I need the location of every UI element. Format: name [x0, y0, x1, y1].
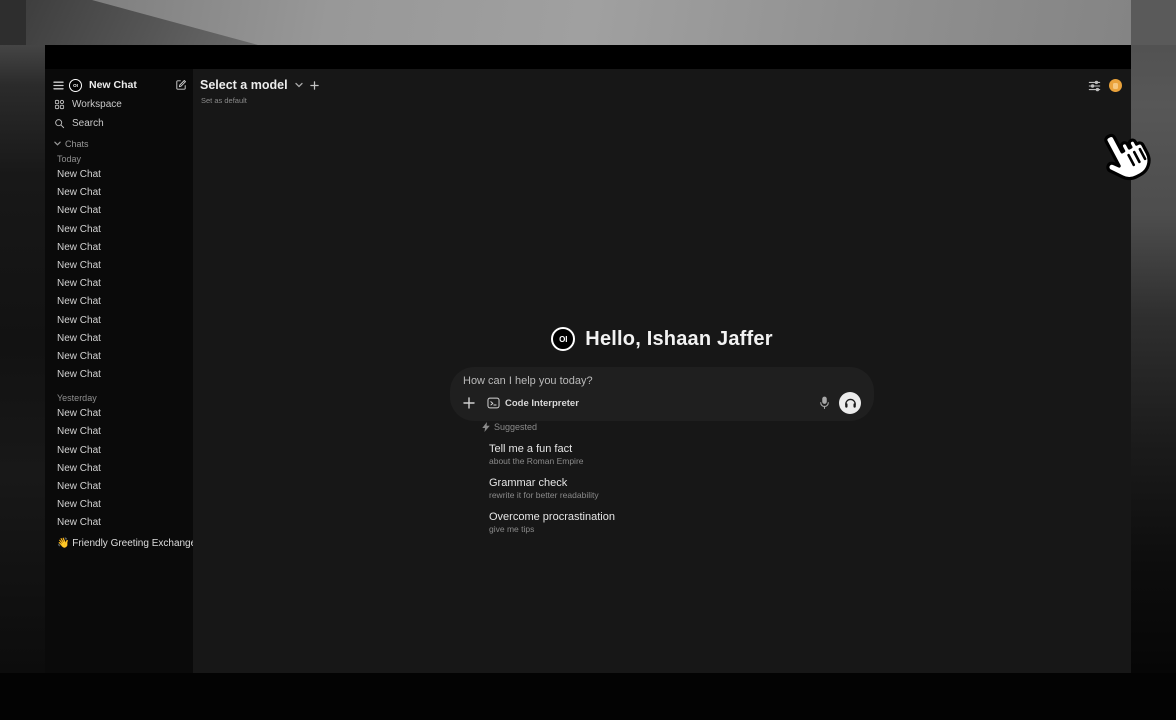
user-avatar[interactable]	[1109, 79, 1122, 92]
chat-list-item[interactable]: New Chat	[45, 293, 193, 311]
suggested-section: Suggested Tell me a fun fact about the R…	[482, 421, 802, 535]
sidebar: OI New Chat Workspace Search	[45, 69, 193, 673]
voice-call-button[interactable]	[839, 392, 861, 414]
chat-list-item[interactable]: New Chat	[45, 239, 193, 257]
wallpaper-left-strip	[0, 45, 45, 673]
group-label-today: Today	[57, 153, 193, 166]
chats-label: Chats	[65, 139, 89, 149]
chat-list-item[interactable]: New Chat	[45, 348, 193, 366]
workspace-label: Workspace	[72, 99, 122, 110]
suggested-prompt[interactable]: Grammar check rewrite it for better read…	[482, 476, 802, 501]
message-composer[interactable]: Code Interpreter	[450, 367, 874, 421]
workspace-grid-icon	[54, 99, 65, 110]
suggested-label: Suggested	[494, 422, 537, 432]
set-as-default-link[interactable]: Set as default	[201, 96, 247, 105]
app-window: OI New Chat Workspace Search	[45, 45, 1131, 673]
chat-list-item[interactable]: New Chat	[45, 312, 193, 330]
window-top-strip	[45, 45, 1131, 69]
sidebar-item-workspace[interactable]: Workspace	[45, 95, 193, 114]
chats-section-toggle[interactable]: Chats	[54, 137, 193, 150]
prompt-title: Grammar check	[489, 476, 802, 490]
prompt-subtitle: rewrite it for better readability	[489, 490, 802, 501]
chevron-down-icon[interactable]	[295, 82, 303, 88]
add-model-icon[interactable]	[310, 81, 319, 90]
greeting-hero: OI Hello, Ishaan Jaffer	[193, 327, 1131, 351]
new-chat-icon[interactable]	[175, 79, 187, 91]
chat-list-item[interactable]: New Chat	[45, 496, 193, 514]
message-input[interactable]	[463, 375, 861, 387]
app-logo-text: OI	[73, 83, 78, 88]
topbar-right-controls	[1088, 79, 1122, 92]
sidebar-item-search[interactable]: Search	[45, 114, 193, 133]
sidebar-title: New Chat	[89, 79, 170, 91]
chat-list-item[interactable]: New Chat	[45, 257, 193, 275]
prompt-subtitle: give me tips	[489, 524, 802, 535]
prompt-subtitle: about the Roman Empire	[489, 456, 802, 467]
wallpaper-top-right	[1131, 0, 1176, 45]
sidebar-nav: Workspace Search	[45, 95, 193, 133]
app-logo-large: OI	[551, 327, 575, 351]
chat-list-item[interactable]: New Chat	[45, 166, 193, 184]
attach-plus-icon[interactable]	[463, 397, 475, 409]
desktop-background: OI New Chat Workspace Search	[0, 0, 1176, 720]
chat-list-item[interactable]: New Chat	[45, 275, 193, 293]
model-selector-label[interactable]: Select a model	[200, 78, 288, 92]
chat-list-item[interactable]: New Chat	[45, 366, 193, 384]
chat-list-item[interactable]: New Chat	[45, 514, 193, 532]
chat-list-named: 👋 Friendly Greeting Exchange	[45, 535, 193, 553]
prompt-title: Tell me a fun fact	[489, 442, 802, 456]
wallpaper-bottom-strip	[0, 673, 1176, 720]
chevron-down-icon	[54, 141, 61, 146]
chat-list-today: New ChatNew ChatNew ChatNew ChatNew Chat…	[45, 166, 193, 384]
group-label-yesterday: Yesterday	[57, 392, 193, 405]
chat-list-item[interactable]: New Chat	[45, 478, 193, 496]
code-interpreter-label: Code Interpreter	[505, 398, 579, 409]
wallpaper-corner-shape	[0, 0, 26, 45]
suggested-prompt[interactable]: Overcome procrastination give me tips	[482, 510, 802, 535]
chat-list-item[interactable]: New Chat	[45, 330, 193, 348]
prompt-title: Overcome procrastination	[489, 510, 802, 524]
microphone-icon[interactable]	[819, 396, 830, 410]
chat-list-item[interactable]: New Chat	[45, 423, 193, 441]
model-selector[interactable]: Select a model	[200, 78, 319, 92]
chat-list-item-named[interactable]: 👋 Friendly Greeting Exchange	[45, 535, 193, 553]
main-area: Select a model Set as default OI Hello, …	[193, 69, 1131, 673]
chat-list-item[interactable]: New Chat	[45, 405, 193, 423]
settings-sliders-icon[interactable]	[1088, 80, 1101, 92]
suggested-prompt[interactable]: Tell me a fun fact about the Roman Empir…	[482, 442, 802, 467]
code-interpreter-icon	[487, 397, 500, 409]
wallpaper-right-strip	[1131, 45, 1176, 673]
code-interpreter-toggle[interactable]: Code Interpreter	[487, 397, 579, 409]
chat-list-item[interactable]: New Chat	[45, 184, 193, 202]
search-label: Search	[72, 118, 104, 129]
greeting-text: Hello, Ishaan Jaffer	[585, 328, 772, 351]
app-logo: OI	[69, 79, 82, 92]
sidebar-header: OI New Chat	[53, 77, 187, 93]
search-icon	[54, 118, 65, 129]
suggested-prompts: Tell me a fun fact about the Roman Empir…	[482, 442, 802, 535]
bolt-icon	[482, 422, 490, 432]
suggested-header: Suggested	[482, 421, 802, 433]
chat-list-item[interactable]: New Chat	[45, 221, 193, 239]
headphones-icon	[844, 397, 857, 409]
chat-list-item[interactable]: New Chat	[45, 460, 193, 478]
chat-list-yesterday: New ChatNew ChatNew ChatNew ChatNew Chat…	[45, 405, 193, 532]
chat-list-item[interactable]: New Chat	[45, 442, 193, 460]
app-logo-text: OI	[559, 335, 567, 344]
chat-list-item[interactable]: New Chat	[45, 202, 193, 220]
sidebar-toggle-icon[interactable]	[53, 81, 64, 90]
